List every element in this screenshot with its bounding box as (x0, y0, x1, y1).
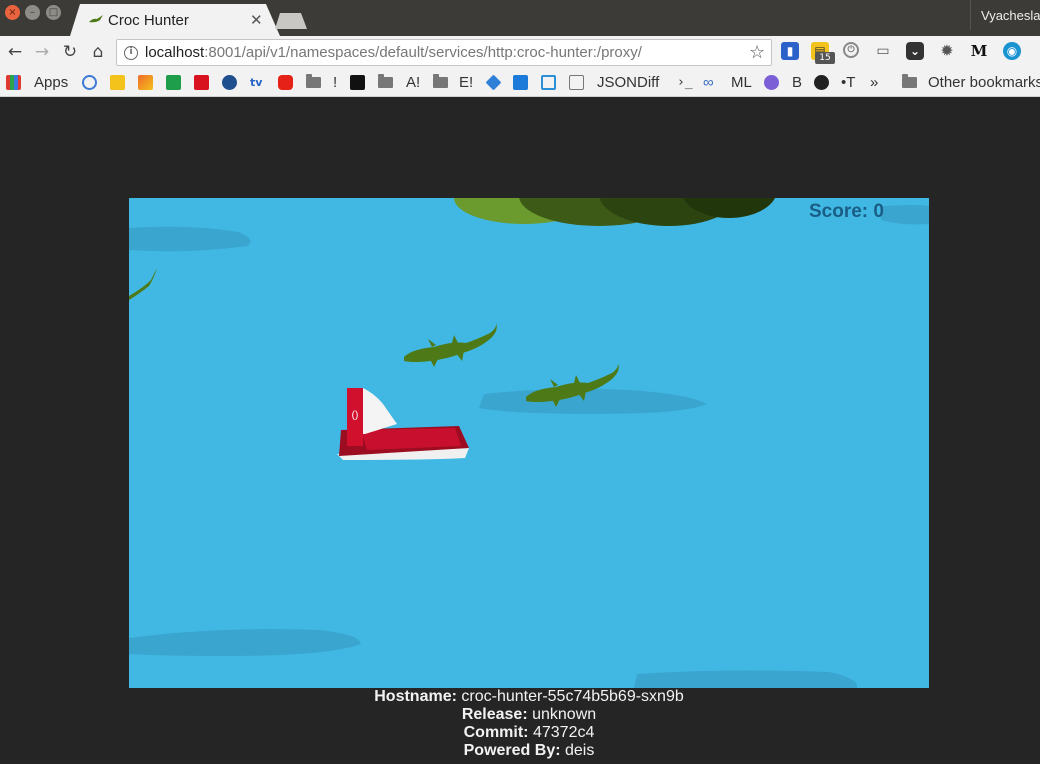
commit-label: Commit: (463, 724, 529, 741)
bookmark-item-3[interactable]: E! (459, 74, 473, 92)
window-close-button[interactable]: × (5, 5, 20, 20)
bookmark-page-icon[interactable] (569, 75, 584, 90)
other-bookmarks[interactable]: Other bookmarks (928, 74, 1040, 92)
reload-icon[interactable]: ↻ (59, 40, 81, 64)
hostname-row: Hostname: croc-hunter-55c74b5b69-sxn9b (0, 688, 1040, 706)
extension-stack-icon[interactable]: ▮ (781, 42, 799, 60)
deployment-info: Hostname: croc-hunter-55c74b5b69-sxn9b R… (0, 688, 1040, 760)
powered-by-row: Powered By: deis (0, 742, 1040, 760)
release-value: unknown (532, 706, 597, 723)
bookmark-face-icon[interactable] (82, 75, 97, 90)
title-bar: × – □ Croc Hunter ✕ Vyacheslav (0, 0, 1040, 36)
bookmark-youtube-icon[interactable] (278, 75, 293, 90)
water-shadow (129, 629, 361, 656)
bookmark-layers-icon[interactable] (485, 74, 502, 91)
url-text[interactable]: localhost:8001/api/v1/namespaces/default… (145, 44, 642, 61)
gear-extension-icon[interactable]: ✹ (938, 42, 956, 60)
hostname-value: croc-hunter-55c74b5b69-sxn9b (461, 688, 684, 705)
crocodile-1 (404, 323, 497, 367)
bookmark-item-6[interactable]: B (792, 74, 802, 92)
release-label: Release: (461, 706, 528, 723)
profile-name[interactable]: Vyacheslav (970, 0, 1040, 30)
bookmark-folder-icon[interactable] (433, 74, 448, 88)
commit-row: Commit: 47372c4 (0, 724, 1040, 742)
bookmark-slides-icon[interactable] (110, 75, 125, 90)
bookmark-purple-icon[interactable] (764, 75, 779, 90)
pocket-icon[interactable]: ⌄ (906, 42, 924, 60)
site-info-icon[interactable]: i (124, 46, 138, 60)
game-scene: () (129, 198, 929, 688)
cast-icon[interactable]: ▭ (874, 42, 892, 60)
game-canvas[interactable]: () Score: 0 (129, 198, 929, 688)
window-minimize-button[interactable]: – (25, 5, 40, 20)
water-shadow (634, 670, 858, 688)
powered-by-label: Powered By: (463, 742, 561, 759)
extension-badge: 15 (815, 52, 835, 64)
commit-value: 47372c4 (532, 724, 595, 741)
window-maximize-button[interactable]: □ (46, 5, 61, 20)
bookmark-red-icon[interactable] (194, 75, 209, 90)
url-path: :8001/api/v1/namespaces/default/services… (204, 44, 642, 61)
bookmark-tool-icon[interactable] (138, 75, 153, 90)
medium-icon[interactable]: M (970, 42, 988, 60)
bookmark-folder-icon[interactable] (378, 74, 393, 88)
bookmark-star-icon[interactable]: ☆ (749, 42, 765, 63)
url-host: localhost (145, 44, 205, 61)
release-row: Release: unknown (0, 706, 1040, 724)
svg-text:(): () (352, 410, 359, 421)
bookmark-doc-icon[interactable] (541, 75, 556, 90)
bookmark-terminal-icon[interactable]: ›_ (677, 74, 693, 92)
tab-croc-hunter[interactable]: Croc Hunter ✕ (70, 4, 280, 36)
extension-power-icon[interactable]: ⏻ (843, 42, 859, 58)
crocodile-favicon-icon (89, 15, 103, 23)
bookmark-globe-icon[interactable] (222, 75, 237, 90)
bookmark-tv-icon[interactable]: tv (250, 75, 265, 90)
bookmark-item-7[interactable]: •T (841, 74, 855, 92)
bookmark-item-4[interactable]: JSONDiff (597, 74, 659, 92)
water-shadow (479, 388, 707, 414)
new-tab-button[interactable] (275, 13, 307, 29)
bookmark-trello-icon[interactable] (513, 75, 528, 90)
bookmark-power-icon[interactable] (814, 75, 829, 90)
bookmark-folder-icon[interactable] (306, 74, 321, 88)
tab-title: Croc Hunter (108, 12, 189, 29)
home-icon[interactable]: ⌂ (87, 40, 109, 64)
bookmarks-overflow-chevron-icon[interactable]: » (870, 74, 878, 92)
water-shadow (129, 226, 251, 252)
address-bar[interactable]: i localhost:8001/api/v1/namespaces/defau… (116, 39, 772, 66)
extension-circle-icon[interactable]: ◉ (1003, 42, 1021, 60)
crocodile-edge (129, 268, 157, 300)
player-boat: () (337, 388, 469, 460)
bookmark-digg-icon[interactable] (350, 75, 365, 90)
back-arrow-icon[interactable]: ← (4, 40, 26, 64)
forward-arrow-icon[interactable]: → (31, 40, 53, 64)
browser-toolbar: ← → ↻ ⌂ i localhost:8001/api/v1/namespac… (0, 36, 1040, 68)
powered-by-value: deis (565, 742, 595, 759)
water-shadow (881, 205, 929, 225)
other-bookmarks-folder-icon[interactable] (902, 74, 917, 88)
bookmark-apps[interactable]: Apps (34, 74, 68, 92)
bookmark-link-icon[interactable]: ∞ (703, 74, 714, 92)
hostname-label: Hostname: (374, 688, 457, 705)
tab-close-icon[interactable]: ✕ (250, 11, 263, 29)
bookmark-sheets-icon[interactable] (166, 75, 181, 90)
apps-grid-icon[interactable] (6, 75, 21, 90)
bookmarks-bar: Apps tv ! A! E! JSONDiff ›_ ∞ ML B •T » … (0, 68, 1040, 97)
tree-canopy (454, 198, 775, 226)
bookmark-item-2[interactable]: A! (406, 74, 420, 92)
bookmark-item-1[interactable]: ! (333, 74, 337, 92)
bookmark-item-5[interactable]: ML (731, 74, 752, 92)
score-display: Score: 0 (809, 201, 884, 222)
